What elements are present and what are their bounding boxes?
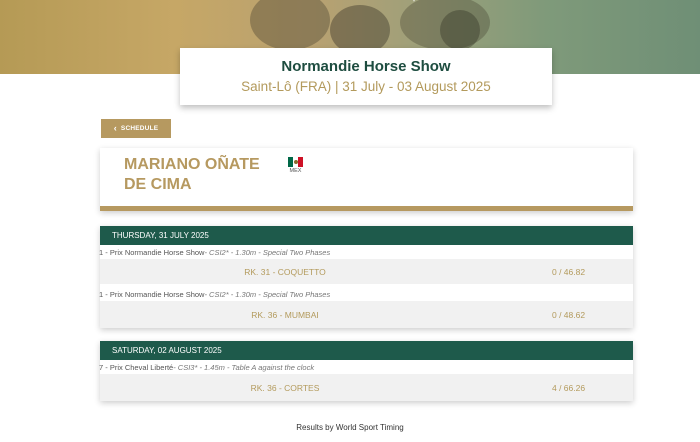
competition-title: 1 - Prix Normandie Horse Show - CSI2* - …: [99, 247, 331, 257]
day-header: THURSDAY, 31 JULY 2025: [100, 226, 633, 245]
score: 0 / 48.62: [552, 310, 586, 320]
event-subtitle: Saint-Lô (FRA) | 31 July - 03 August 202…: [241, 79, 491, 94]
rank-horse: RK. 31 - COQUETTO: [244, 267, 326, 277]
rank-horse: RK. 36 - MUMBAI: [251, 310, 319, 320]
rider-name: MARIANO OÑATE DE CIMA: [124, 156, 260, 193]
result-row[interactable]: RK. 31 - COQUETTO 0 / 46.82: [100, 259, 633, 284]
chevron-left-icon: ‹: [113, 123, 117, 133]
day-header: SATURDAY, 02 AUGUST 2025: [100, 341, 633, 360]
day-block-thursday: THURSDAY, 31 JULY 2025 1 - Prix Normandi…: [99, 226, 633, 328]
footer-credit[interactable]: Results by World Sport Timing: [0, 423, 700, 432]
result-row[interactable]: RK. 36 - CORTES 4 / 66.26: [100, 374, 633, 401]
score: 4 / 66.26: [552, 383, 586, 393]
event-logo-icon: [413, 0, 415, 2]
event-title: Normandie Horse Show: [281, 58, 451, 75]
event-header-card: Normandie Horse Show Saint-Lô (FRA) | 31…: [180, 48, 552, 105]
competition-title: 1 - Prix Normandie Horse Show - CSI2* - …: [99, 289, 331, 299]
back-to-schedule-button[interactable]: ‹ SCHEDULE: [101, 119, 171, 138]
back-button-label: SCHEDULE: [120, 125, 159, 132]
competition-title: 7 - Prix Cheval Liberté - CSI3* - 1.45m …: [99, 362, 315, 372]
mexico-flag-icon: [288, 157, 303, 167]
country-code: MEX: [289, 168, 302, 174]
result-row[interactable]: RK. 36 - MUMBAI 0 / 48.62: [100, 301, 633, 328]
rider-card: MARIANO OÑATE DE CIMA MEX: [100, 148, 633, 211]
rank-horse: RK. 36 - CORTES: [250, 383, 320, 393]
score: 0 / 46.82: [552, 267, 586, 277]
day-block-saturday: SATURDAY, 02 AUGUST 2025 7 - Prix Cheval…: [99, 341, 633, 401]
